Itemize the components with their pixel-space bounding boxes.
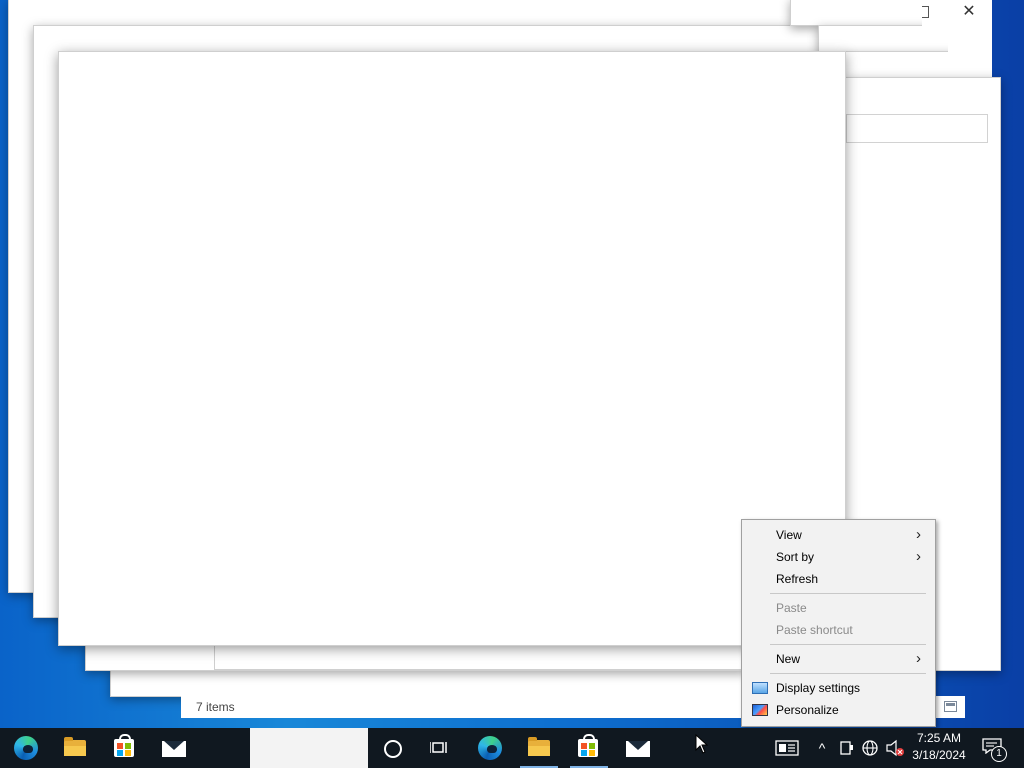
menu-item-label: View bbox=[776, 528, 802, 542]
cortana-icon[interactable] bbox=[384, 740, 402, 758]
menu-item-paste-shortcut[interactable]: Paste shortcut bbox=[742, 619, 935, 641]
show-hidden-icons-chevron-icon[interactable]: ^ bbox=[814, 728, 830, 768]
menu-item-display-settings[interactable]: Display settings bbox=[742, 677, 935, 699]
status-item-count: 7 items bbox=[196, 700, 235, 714]
menu-item-label: Paste bbox=[776, 601, 807, 615]
menu-item-label: New bbox=[776, 652, 801, 666]
submenu-arrow-icon: › bbox=[916, 650, 921, 667]
window-lower-edge-3 bbox=[214, 644, 746, 670]
battery-icon[interactable] bbox=[838, 728, 856, 768]
display-icon bbox=[752, 682, 768, 694]
menu-item-label: Sort by bbox=[776, 550, 815, 564]
close-icon[interactable]: ✕ bbox=[960, 3, 978, 21]
edge-icon[interactable] bbox=[478, 736, 502, 760]
menu-item-refresh[interactable]: Refresh bbox=[742, 568, 935, 590]
task-view-icon[interactable] bbox=[430, 741, 448, 755]
network-globe-icon[interactable] bbox=[860, 728, 880, 768]
edge-icon[interactable] bbox=[14, 736, 38, 760]
menu-item-view[interactable]: View › bbox=[742, 524, 935, 546]
folder-icon[interactable] bbox=[528, 737, 550, 756]
menu-item-personalize[interactable]: Personalize bbox=[742, 699, 935, 721]
menu-separator bbox=[770, 673, 926, 674]
details-view-icon[interactable] bbox=[944, 701, 957, 712]
submenu-arrow-icon: › bbox=[916, 548, 921, 565]
notification-count-badge: 1 bbox=[991, 746, 1007, 762]
submenu-arrow-icon: › bbox=[916, 526, 921, 543]
volume-muted-icon[interactable] bbox=[884, 728, 906, 768]
clock-time: 7:25 AM bbox=[916, 731, 962, 745]
search-input[interactable] bbox=[846, 114, 988, 143]
menu-item-new[interactable]: New › bbox=[742, 648, 935, 670]
window-titlebar-controls-3[interactable] bbox=[974, 51, 992, 77]
personalize-icon bbox=[752, 704, 768, 716]
menu-item-label: Personalize bbox=[776, 703, 839, 717]
news-icon[interactable] bbox=[774, 728, 800, 768]
store-icon[interactable] bbox=[114, 734, 134, 757]
explorer-status-bar: 7 items bbox=[181, 696, 742, 718]
window-lower-edge-1 bbox=[110, 668, 752, 697]
menu-item-label: Paste shortcut bbox=[776, 623, 853, 637]
mouse-pointer-icon bbox=[695, 734, 709, 754]
status-bar-view-toggle[interactable] bbox=[935, 696, 965, 718]
desktop-context-menu: View › Sort by › Refresh Paste Paste sho… bbox=[741, 519, 936, 727]
folder-icon[interactable] bbox=[64, 737, 86, 756]
window-foreground[interactable] bbox=[58, 51, 846, 646]
menu-item-label: Display settings bbox=[776, 681, 861, 695]
menu-separator bbox=[770, 593, 926, 594]
menu-item-label: Refresh bbox=[776, 572, 819, 586]
menu-separator bbox=[770, 644, 926, 645]
menu-item-paste[interactable]: Paste bbox=[742, 597, 935, 619]
taskbar-search-box[interactable] bbox=[250, 728, 368, 768]
clock-date: 3/18/2024 bbox=[912, 748, 966, 762]
maximize-icon[interactable] bbox=[922, 6, 929, 18]
mail-icon[interactable] bbox=[626, 741, 650, 757]
store-icon[interactable] bbox=[578, 734, 598, 757]
menu-item-sort-by[interactable]: Sort by › bbox=[742, 546, 935, 568]
window-titlebar-1[interactable] bbox=[790, 0, 924, 26]
taskbar: ^ 7:25 AM 3/18/2024 1 bbox=[0, 728, 1024, 768]
mail-icon[interactable] bbox=[162, 741, 186, 757]
desktop[interactable]: ✕ 7 items View › Sort by › Refresh Paste… bbox=[0, 0, 1024, 728]
system-clock[interactable]: 7:25 AM 3/18/2024 bbox=[905, 730, 973, 764]
